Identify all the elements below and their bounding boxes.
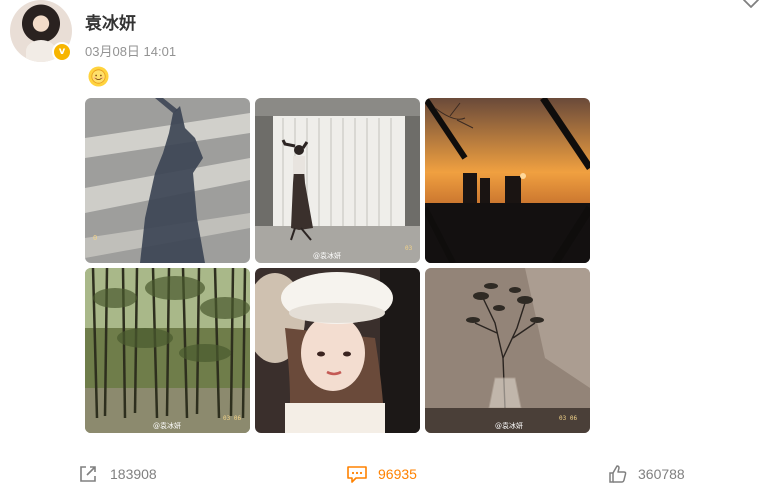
svg-text:0: 0 <box>93 234 97 242</box>
comment-icon <box>347 466 367 483</box>
photo-shadow-on-road[interactable]: 0 <box>85 98 250 263</box>
post-timestamp[interactable]: 03月08日 14:01 <box>85 41 176 60</box>
comment-count: 96935 <box>378 466 417 482</box>
share-button[interactable]: 183908 <box>78 462 157 486</box>
photo-date-stamp: 03 <box>405 245 413 252</box>
photo-watermark: @袁冰妍 <box>153 421 181 430</box>
avatar[interactable]: v <box>10 0 72 62</box>
photo-watermark: @袁冰妍 <box>313 251 341 260</box>
photo-dancer-silhouette[interactable]: @袁冰妍 03 <box>255 98 420 263</box>
photo-portrait-white-beret[interactable] <box>255 268 420 433</box>
photo-bamboo-forest[interactable]: @袁冰妍 03 06 <box>85 268 250 433</box>
like-count: 360788 <box>638 466 685 482</box>
chevron-down-icon[interactable] <box>741 0 761 12</box>
action-bar: 183908 96935 360788 <box>0 462 767 486</box>
photo-sunset[interactable] <box>425 98 590 263</box>
photo-date-stamp: 03 06 <box>559 415 577 422</box>
comment-button[interactable]: 96935 <box>346 462 417 486</box>
share-count: 183908 <box>110 466 157 482</box>
photo-plant-in-vase[interactable]: @袁冰妍 03 06 <box>425 268 590 433</box>
thumbs-up-icon <box>609 465 627 483</box>
sun-smile-emoji-icon <box>88 66 109 87</box>
verified-badge-icon: v <box>52 42 72 62</box>
share-icon <box>80 466 96 482</box>
photo-date-stamp: 03 06 <box>223 415 241 422</box>
photo-watermark: @袁冰妍 <box>495 421 523 430</box>
author-name[interactable]: 袁冰妍 <box>85 9 136 34</box>
like-button[interactable]: 360788 <box>608 462 685 486</box>
image-grid: 0 @袁冰妍 03 @袁冰妍 03 06 @袁冰妍 03 06 <box>85 98 590 433</box>
